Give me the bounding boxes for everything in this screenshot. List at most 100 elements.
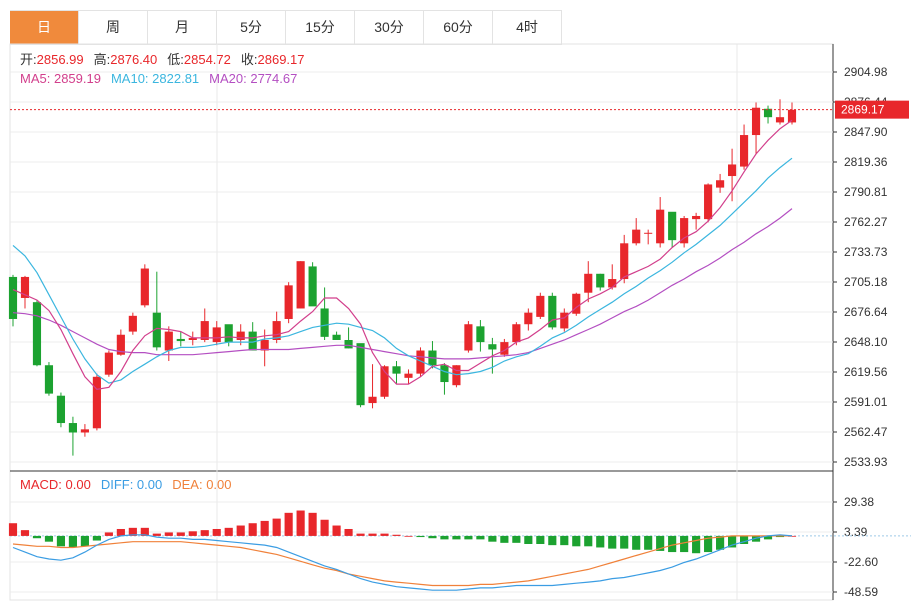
candlestick-chart: 2904.982876.442847.902819.362790.812762.… xyxy=(8,43,911,601)
candle-body xyxy=(236,331,245,341)
macd-bar xyxy=(56,535,66,547)
macd-bar xyxy=(572,535,581,547)
candle-body xyxy=(296,261,305,309)
macd-bar xyxy=(488,535,497,542)
macd-bar xyxy=(476,535,485,540)
macd-bar xyxy=(308,512,317,536)
macd-tick-label: -48.59 xyxy=(844,585,878,599)
candle-body xyxy=(128,315,137,332)
candle-body xyxy=(200,321,209,341)
macd-bar xyxy=(344,528,353,536)
macd-legend-1: DIFF: 0.00 xyxy=(101,477,162,492)
ohlc-legend-label: 高: xyxy=(94,52,111,67)
macd-bar xyxy=(548,535,557,546)
candle-body xyxy=(632,229,641,244)
price-tick-label: 2847.90 xyxy=(844,125,888,139)
price-tick-label: 2562.47 xyxy=(844,425,888,439)
macd-bar xyxy=(452,535,461,540)
price-tick-label: 2648.10 xyxy=(844,335,888,349)
ma-legend-label: MA5: xyxy=(20,71,54,86)
candle-body xyxy=(332,334,341,341)
candle-body xyxy=(80,429,89,433)
macd-bar xyxy=(104,532,113,536)
candle-body xyxy=(704,184,713,220)
candle-body xyxy=(320,308,329,337)
macd-bar xyxy=(440,535,449,540)
candle-body xyxy=(140,268,149,306)
candle-body xyxy=(92,376,101,429)
macd-bar xyxy=(380,533,389,536)
macd-bar xyxy=(368,533,377,536)
macd-bar xyxy=(68,535,77,548)
macd-tick-label: 29.38 xyxy=(844,495,874,509)
price-tick-label: 2904.98 xyxy=(844,65,888,79)
macd-bar xyxy=(644,535,653,550)
candle-body xyxy=(32,302,42,366)
macd-legend-value: 0.00 xyxy=(66,477,91,492)
macd-bar xyxy=(560,535,569,546)
candle-body xyxy=(596,273,605,288)
last-price-label: 2869.17 xyxy=(841,103,885,117)
ma-legend-2: MA20: 2774.67 xyxy=(209,71,297,86)
macd-bar xyxy=(80,535,89,547)
price-tick-label: 2676.64 xyxy=(844,305,888,319)
macd-bar xyxy=(536,535,545,544)
candle-body xyxy=(344,340,353,349)
macd-bar xyxy=(500,535,509,543)
macd-legend-label: DEA: xyxy=(172,477,206,492)
ohlc-legend-value: 2876.40 xyxy=(110,52,157,67)
macd-bar xyxy=(164,532,173,536)
ohlc-legend-2: 低:2854.72 xyxy=(167,52,231,67)
macd-bar xyxy=(512,535,521,543)
macd-bar xyxy=(332,525,341,536)
macd-bar xyxy=(416,535,425,538)
ma-legend-0: MA5: 2859.19 xyxy=(20,71,101,86)
macd-bar xyxy=(464,535,473,540)
candle-body xyxy=(572,293,581,314)
candle-body xyxy=(692,215,701,220)
macd-bar xyxy=(44,535,54,542)
macd-legend-label: MACD: xyxy=(20,477,66,492)
candle-body xyxy=(668,211,677,241)
macd-bar xyxy=(716,535,725,550)
macd-bar xyxy=(620,535,629,549)
candle-body xyxy=(775,117,785,123)
macd-bar xyxy=(200,530,209,536)
macd-legend-2: DEA: 0.00 xyxy=(172,477,231,492)
macd-bar xyxy=(8,523,18,536)
candle-body xyxy=(536,295,545,317)
candle-body xyxy=(488,344,497,350)
macd-bar xyxy=(692,535,701,554)
macd-bar xyxy=(608,535,617,549)
candle-body xyxy=(584,273,593,293)
candle-body xyxy=(739,135,749,167)
candle-body xyxy=(68,423,77,433)
candle-body xyxy=(751,107,761,136)
ma-legend-1: MA10: 2822.81 xyxy=(111,71,199,86)
macd-tick-label: -22.60 xyxy=(844,555,878,569)
ohlc-legend-value: 2869.17 xyxy=(258,52,305,67)
price-tick-label: 2819.36 xyxy=(844,155,888,169)
price-tick-label: 2790.81 xyxy=(844,185,888,199)
candle-body xyxy=(476,326,485,343)
macd-bar xyxy=(20,530,30,536)
candle-body xyxy=(656,209,665,244)
ohlc-legend-0: 开:2856.99 xyxy=(20,52,84,67)
price-panel-frame xyxy=(9,43,834,472)
macd-legend-value: 0.00 xyxy=(206,477,231,492)
candle-body xyxy=(176,338,185,342)
macd-legend-value: 0.00 xyxy=(137,477,162,492)
candle-body xyxy=(164,331,173,351)
macd-bar xyxy=(524,535,533,544)
price-tick-label: 2619.56 xyxy=(844,365,888,379)
macd-bar xyxy=(260,520,269,536)
ma-legend-label: MA20: xyxy=(209,71,250,86)
macd-bar xyxy=(356,533,365,536)
candle-body xyxy=(284,285,293,319)
ma-legend-value: 2822.81 xyxy=(152,71,199,86)
macd-tick-label: 3.39 xyxy=(844,525,868,539)
macd-bar xyxy=(272,518,281,536)
candle-body xyxy=(716,180,725,188)
candle-body xyxy=(104,352,113,375)
macd-bar xyxy=(428,535,437,539)
